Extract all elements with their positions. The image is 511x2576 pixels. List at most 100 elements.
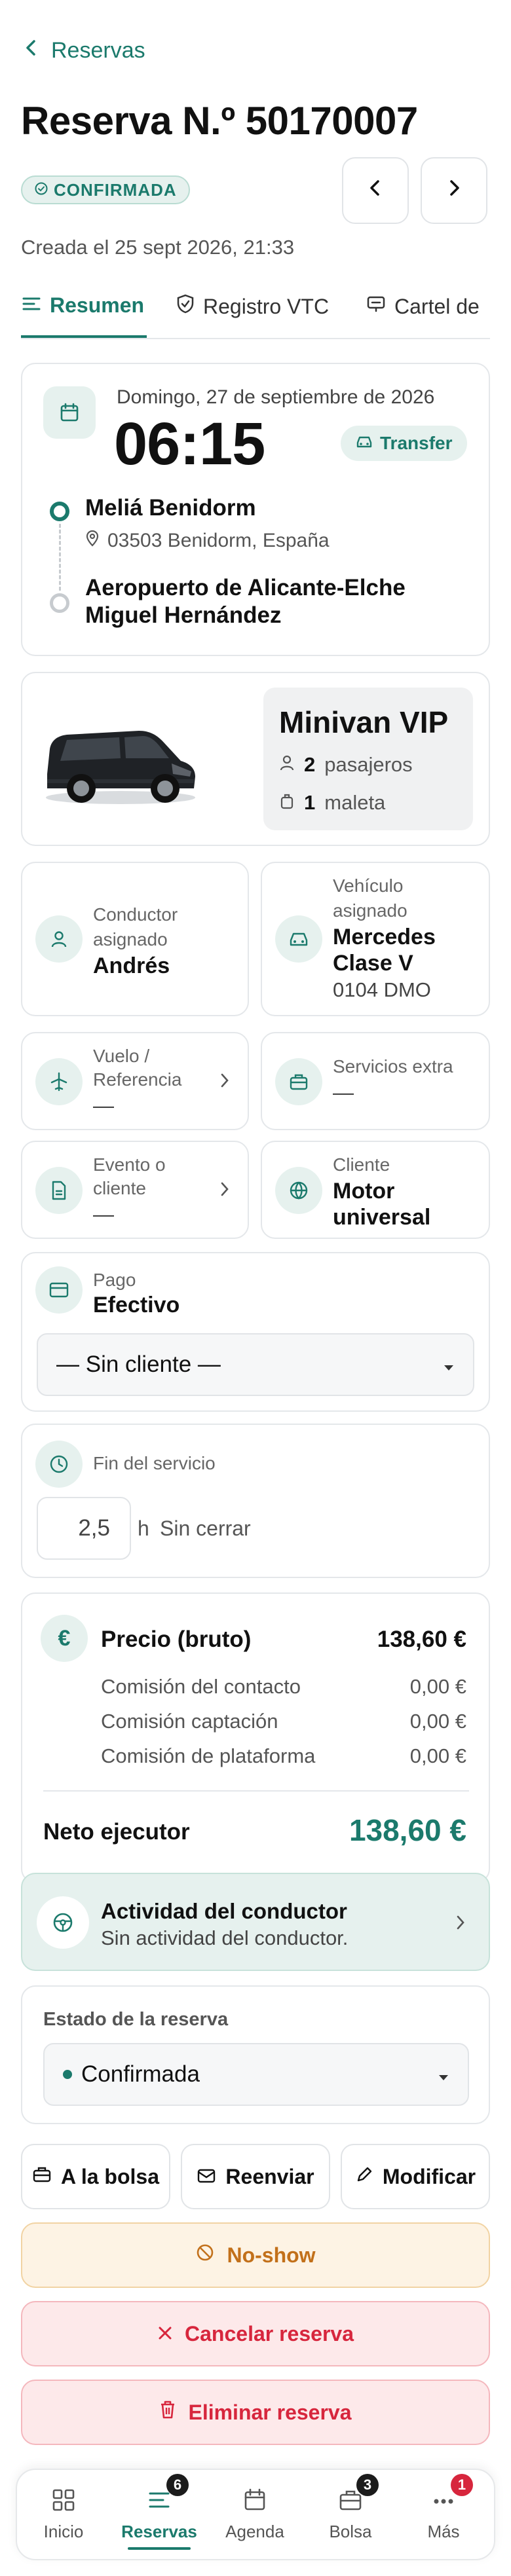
page-title: Reserva N.º 50170007 xyxy=(21,99,418,143)
driver-activity-card[interactable]: Actividad del conductor Sin actividad de… xyxy=(21,1873,490,1971)
service-hours-input[interactable]: 2,5 xyxy=(37,1497,131,1560)
driver-name: Andrés xyxy=(93,953,170,978)
prev-reservation-button[interactable] xyxy=(342,157,409,224)
status-badge: CONFIRMADA xyxy=(21,175,190,204)
status-select-content: Confirmada xyxy=(63,2061,200,2088)
edit-button[interactable]: Modificar xyxy=(341,2144,490,2209)
back-link[interactable]: Reservas xyxy=(24,38,145,64)
button-label: No-show xyxy=(227,2243,316,2267)
driver-label-line1: Conductor xyxy=(93,904,178,925)
payment-client-select[interactable]: — Sin cliente — xyxy=(37,1333,474,1396)
event-label-line1: Evento o xyxy=(93,1154,166,1175)
flight-label-line2: Referencia xyxy=(93,1069,182,1090)
tab-label: Cartel de xyxy=(394,294,480,318)
shield-check-icon xyxy=(176,293,195,320)
nav-label: Bolsa xyxy=(329,2522,372,2541)
passengers-count: 2 xyxy=(304,753,316,776)
button-label: A la bolsa xyxy=(61,2164,159,2188)
pricing-card: € Precio (bruto) 138,60 € Comisión del c… xyxy=(21,1592,490,1883)
vehicle-card[interactable]: Vehículo asignado Mercedes Clase V 0104 … xyxy=(261,862,490,1016)
nav-bolsa[interactable]: Bolsa xyxy=(314,2487,387,2542)
next-reservation-button[interactable] xyxy=(421,157,487,224)
chevron-left-icon xyxy=(368,178,383,203)
button-label: Eliminar reserva xyxy=(188,2400,352,2424)
cancel-reservation-button[interactable]: Cancelar reserva xyxy=(21,2301,490,2366)
list-icon xyxy=(21,293,42,320)
nav-agenda[interactable]: Agenda xyxy=(219,2487,291,2542)
chevron-left-icon xyxy=(24,38,39,64)
van-image xyxy=(41,711,200,813)
trip-date: Domingo, 27 de septiembre de 2026 xyxy=(117,386,435,408)
net-label: Neto ejecutor xyxy=(43,1819,190,1845)
vehicle-class-panel: Minivan VIP 2 pasajeros 1 maleta xyxy=(263,688,473,830)
back-label: Reservas xyxy=(51,38,145,63)
send-to-bolsa-button[interactable]: A la bolsa xyxy=(21,2144,170,2209)
commission-row-1-label: Comisión del contacto xyxy=(101,1675,301,1698)
globe-icon xyxy=(275,1167,322,1214)
payment-label: Pago xyxy=(93,1270,136,1290)
commission-row-1-value: 0,00 € xyxy=(409,1675,466,1698)
trip-type-label: Transfer xyxy=(380,433,453,453)
chevron-right-icon xyxy=(446,178,462,203)
status-dot xyxy=(63,2070,72,2079)
price-title: Precio (bruto) xyxy=(101,1627,252,1652)
client-card[interactable]: Cliente Motor universal xyxy=(261,1141,490,1239)
button-label: Cancelar reserva xyxy=(185,2321,354,2346)
nav-mas[interactable]: Más xyxy=(407,2487,480,2542)
trip-card: Domingo, 27 de septiembre de 2026 06:15 … xyxy=(21,363,490,656)
close-icon xyxy=(157,2322,173,2346)
select-value: Confirmada xyxy=(81,2061,200,2087)
tab-registro-vtc[interactable]: Registro VTC xyxy=(176,293,329,320)
car-icon xyxy=(355,433,373,454)
destination-name-line2: Miguel Hernández xyxy=(85,602,282,628)
tab-cartel[interactable]: Cartel de xyxy=(366,293,480,320)
destination-name-line1: Aeropuerto de Alicante-Elche xyxy=(85,575,406,600)
client-name-line2: universal xyxy=(333,1205,431,1230)
luggage-label: maleta xyxy=(324,791,386,814)
extras-value: — xyxy=(333,1080,354,1104)
driver-card[interactable]: Conductor asignado Andrés xyxy=(21,862,249,1016)
no-show-button[interactable]: No-show xyxy=(21,2222,490,2288)
button-label: Reenviar xyxy=(225,2164,314,2188)
nav-label: Agenda xyxy=(225,2522,284,2541)
nav-inicio[interactable]: Inicio xyxy=(28,2487,100,2542)
vehicle-class-card: Minivan VIP 2 pasajeros 1 maleta xyxy=(21,672,490,846)
briefcase-icon xyxy=(275,1058,322,1105)
car-icon xyxy=(275,915,322,963)
caret-down-icon xyxy=(443,1352,455,1378)
extras-card[interactable]: Servicios extra — xyxy=(261,1032,490,1130)
nav-reservas[interactable]: Reservas xyxy=(121,2487,197,2550)
reservation-status-select[interactable]: Confirmada xyxy=(43,2043,469,2106)
trip-type-badge: Transfer xyxy=(341,426,467,461)
flight-card[interactable]: Vuelo / Referencia — xyxy=(21,1032,249,1130)
ban-icon xyxy=(195,2243,215,2268)
map-pin-icon xyxy=(85,529,100,553)
commission-row-3-value: 0,00 € xyxy=(409,1744,466,1767)
destination-dot xyxy=(50,593,69,613)
person-icon xyxy=(35,915,83,963)
client-name-line1: Motor xyxy=(333,1179,395,1204)
reservas-badge: 6 xyxy=(166,2474,189,2496)
client-label: Cliente xyxy=(333,1154,390,1175)
tab-resumen[interactable]: Resumen xyxy=(21,288,147,338)
origin-name: Meliá Benidorm xyxy=(85,495,256,521)
delete-reservation-button[interactable]: Eliminar reserva xyxy=(21,2380,490,2445)
event-card[interactable]: Evento o cliente — xyxy=(21,1141,249,1239)
vehicle-plate: 0104 DMO xyxy=(333,978,431,1001)
nav-label: Reservas xyxy=(121,2522,197,2541)
vehicle-model-line1: Mercedes xyxy=(333,925,436,949)
origin-address-text: 03503 Benidorm, España xyxy=(107,530,330,551)
calendar-icon xyxy=(43,386,96,439)
route-line xyxy=(59,524,61,591)
tab-label: Registro VTC xyxy=(203,294,330,318)
caret-down-icon xyxy=(438,2061,449,2088)
reservation-status-label: Estado de la reserva xyxy=(43,2009,229,2030)
resend-button[interactable]: Reenviar xyxy=(181,2144,330,2209)
nav-label: Más xyxy=(427,2522,460,2541)
passengers-row: 2 pasajeros xyxy=(279,753,413,777)
tab-bar: Resumen Registro VTC Cartel de xyxy=(21,288,490,339)
origin-dot xyxy=(50,502,69,521)
mas-badge: 1 xyxy=(451,2474,473,2496)
driver-label-line2: asignado xyxy=(93,929,168,949)
chevron-right-icon xyxy=(455,1913,466,1935)
